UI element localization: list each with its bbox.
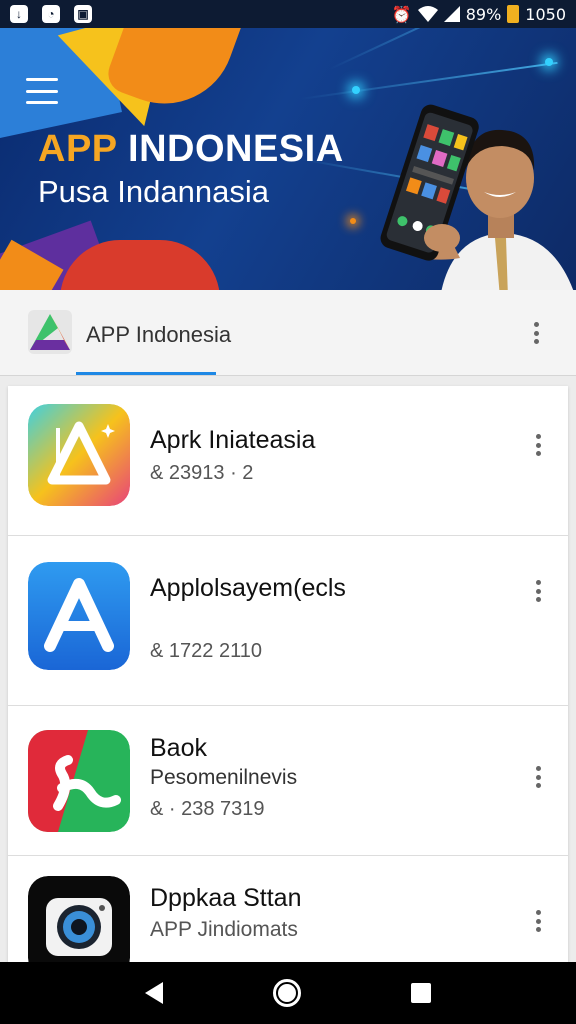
light-ray: [329, 28, 530, 70]
home-icon[interactable]: [273, 979, 301, 1007]
app-header-title: APP Indonesia: [86, 322, 232, 347]
hero-title: APP INDONESIA: [38, 128, 344, 170]
app-title: Dppkaa Sttan: [150, 884, 302, 912]
wifi-icon: [417, 6, 438, 22]
item-more-icon[interactable]: [528, 430, 548, 460]
screen: ↓ ◔ ▣ ⏰ 89% 1050 APP INDONESIA Pusa Inda…: [0, 0, 576, 1024]
app-header: APP Indonesia: [0, 290, 576, 376]
app-title: Aprk Iniateasia: [150, 426, 316, 454]
notification-icon: ◔: [42, 5, 60, 23]
delta-app-icon: [28, 404, 130, 506]
list-item[interactable]: Aprk Iniateasia & 23913 · 2: [8, 386, 568, 536]
recent-apps-icon[interactable]: [411, 983, 431, 1003]
hero-subtitle: Pusa Indannasia: [38, 174, 269, 209]
app-list: Aprk Iniateasia & 23913 · 2 Applolsayem(…: [8, 386, 568, 978]
header-more-icon[interactable]: [526, 318, 546, 348]
light-dot: [350, 218, 356, 224]
app-subtitle: APP Jindiomats: [150, 918, 298, 941]
battery-level: 89%: [465, 4, 502, 24]
item-more-icon[interactable]: [528, 906, 548, 936]
item-more-icon[interactable]: [528, 576, 548, 606]
hero-banner: APP INDONESIA Pusa Indannasia: [0, 28, 576, 290]
alarm-icon: ⏰: [391, 4, 412, 24]
curl-app-icon: [28, 730, 130, 832]
clock: 1050: [525, 4, 566, 24]
app-meta: & · 238 7319: [150, 798, 265, 820]
app-title: Applolsayem(ecls: [150, 574, 346, 602]
navigation-bar: [0, 962, 576, 1024]
list-item[interactable]: Baok Pesomenilnevis & · 238 7319: [8, 706, 568, 856]
app-logo-icon: [28, 310, 72, 354]
app-meta: & 1722 2110: [150, 640, 262, 662]
app-meta: & 23913 · 2: [150, 462, 254, 484]
list-item[interactable]: Applolsayem(ecls & 1722 2110: [8, 536, 568, 706]
battery-icon: [507, 5, 520, 23]
a-app-icon: [28, 562, 130, 670]
menu-icon[interactable]: [26, 78, 58, 104]
app-subtitle: Pesomenilnevis: [150, 766, 298, 789]
item-more-icon[interactable]: [528, 762, 548, 792]
signal-icon: [443, 6, 460, 22]
download-icon: ↓: [10, 5, 28, 23]
active-tab-indicator: [76, 372, 216, 375]
status-bar: ↓ ◔ ▣ ⏰ 89% 1050: [0, 0, 576, 28]
person-with-phone-illustration: [380, 104, 574, 290]
back-icon[interactable]: [145, 982, 163, 1004]
light-dot: [352, 86, 360, 94]
gallery-icon: ▣: [74, 5, 92, 23]
list-item[interactable]: Dppkaa Sttan APP Jindiomats: [8, 856, 568, 978]
app-title: Baok: [150, 734, 207, 762]
light-dot: [545, 58, 553, 66]
